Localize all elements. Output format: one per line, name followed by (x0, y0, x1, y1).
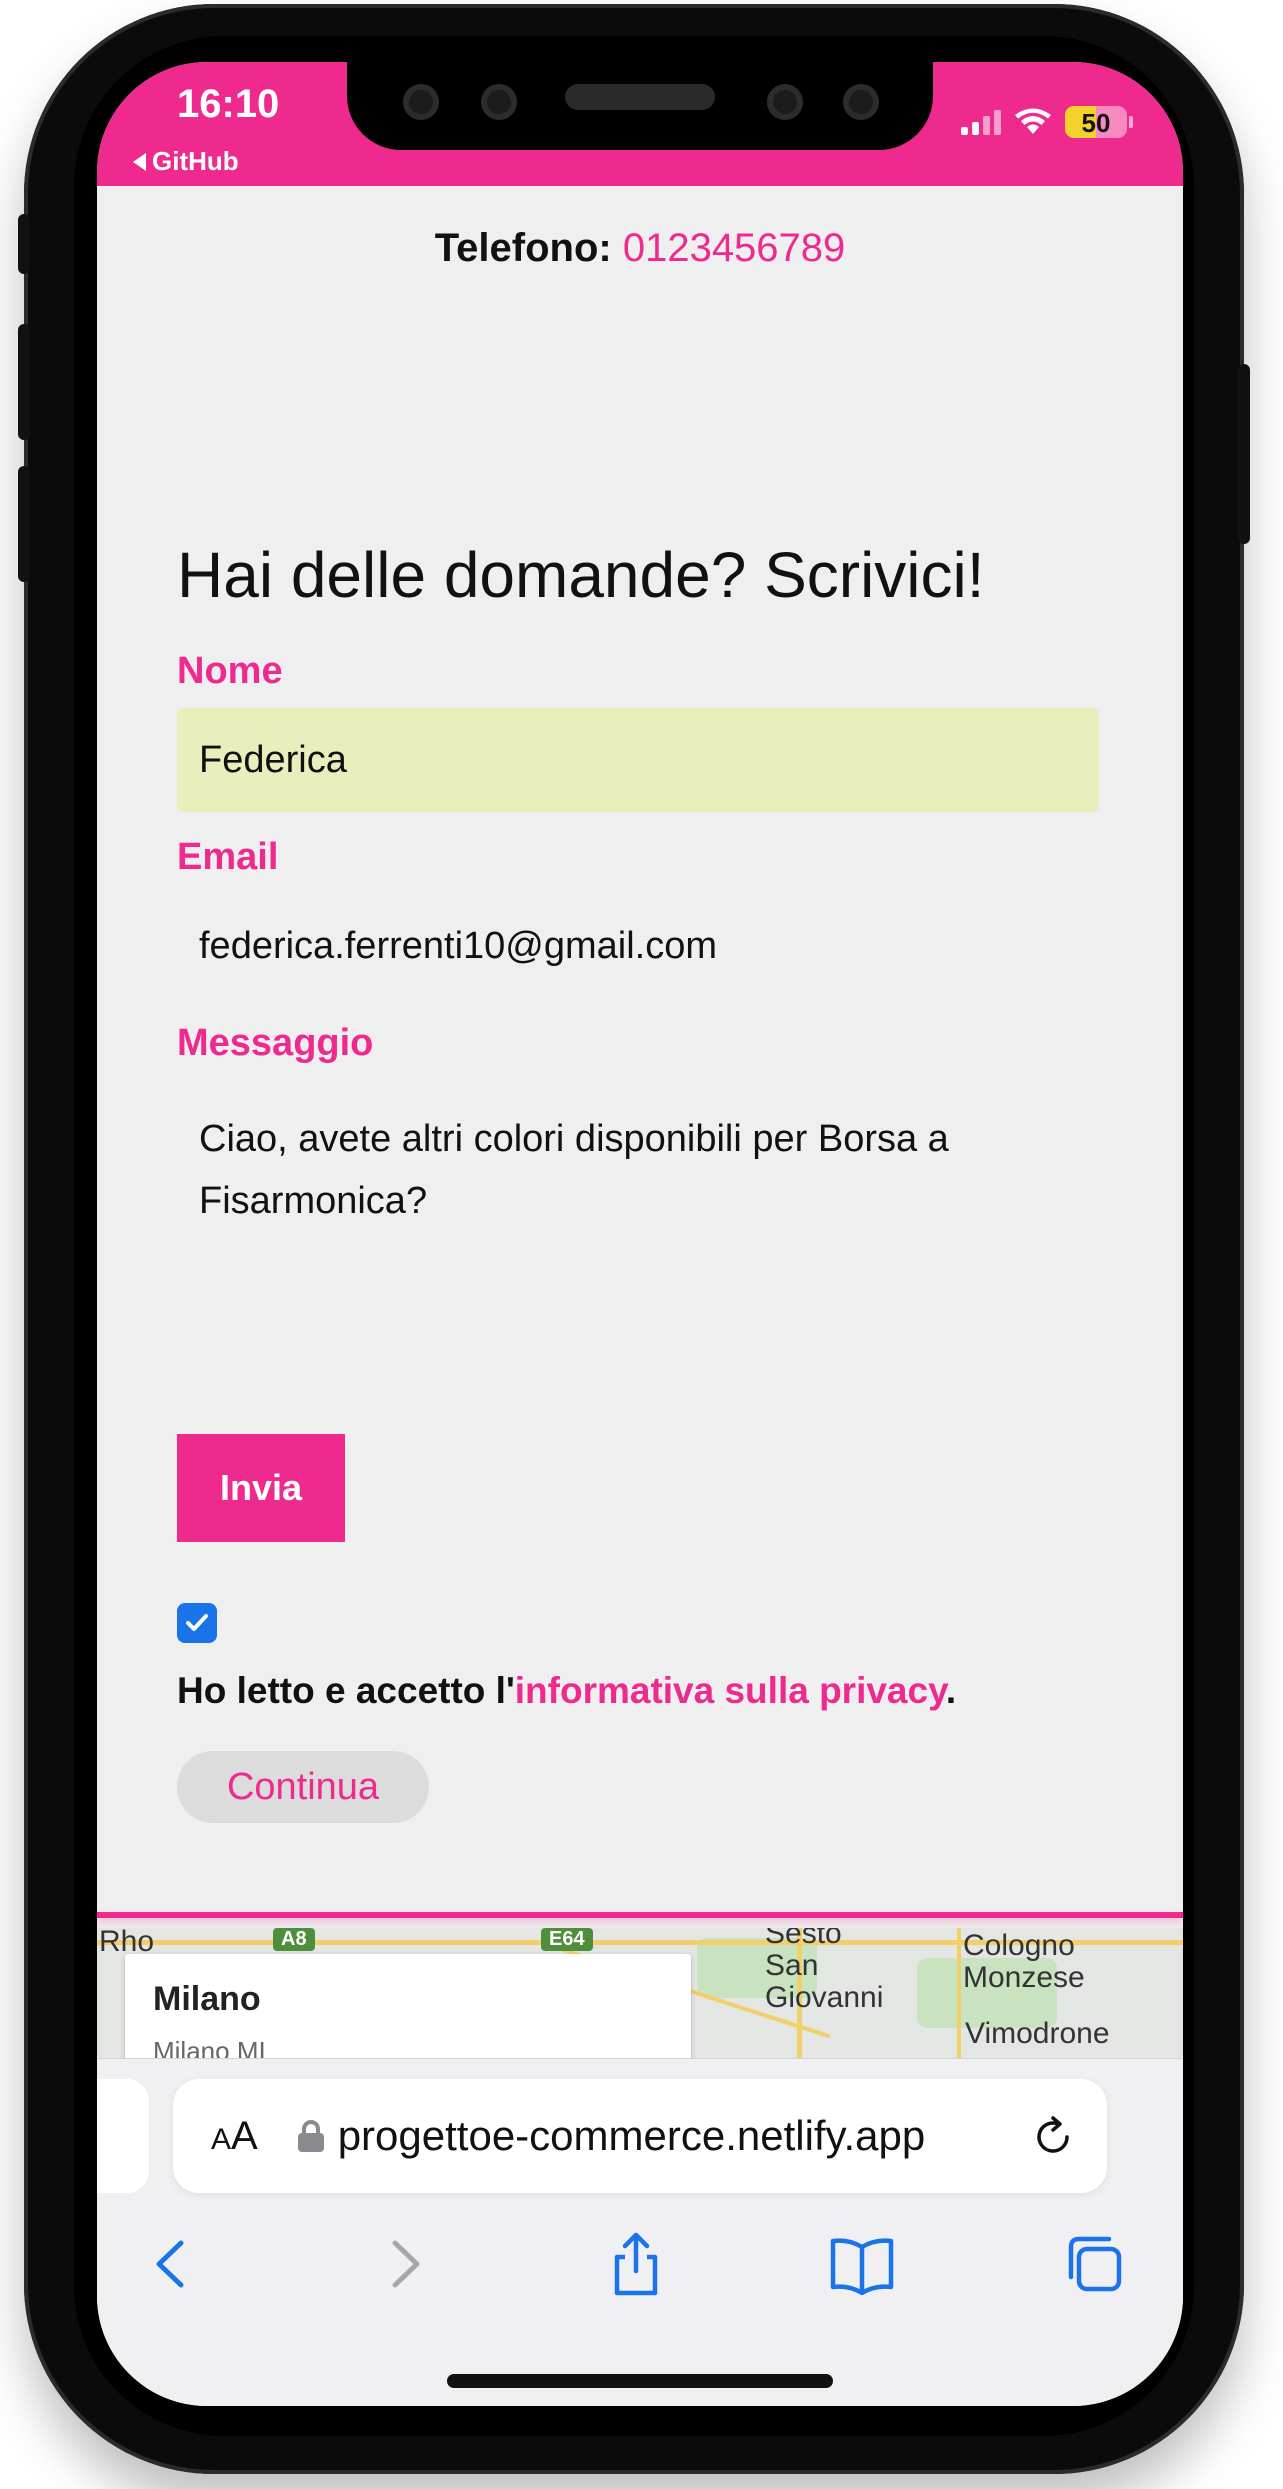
email-input[interactable]: federica.ferrenti10@gmail.com (177, 894, 1099, 998)
map-card-subtitle: Milano MI (153, 2036, 266, 2058)
map-info-card[interactable]: Milano Milano MI (125, 1954, 691, 2058)
name-label: Nome (177, 650, 283, 692)
page-content: Telefono: 0123456789 Hai delle domande? … (97, 186, 1183, 2066)
battery-percent: 50 (1081, 108, 1111, 138)
road-badge-e64: E64 (541, 1928, 593, 1951)
checkmark-icon (186, 1614, 208, 1631)
map-place-sesto: Sesto San Giovanni (765, 1928, 884, 2014)
contact-phone: Telefono: 0123456789 (97, 226, 1183, 271)
text-size-button[interactable]: AA (211, 2114, 258, 2159)
sensor-dot (403, 84, 439, 120)
wifi-icon (1015, 108, 1051, 134)
section-divider (97, 1912, 1183, 1918)
browser-toolbar (97, 2229, 1183, 2319)
map-place-cologno: Cologno Monzese (963, 1929, 1085, 1994)
safari-bottom-bar: AA progettoe-commerce.netlify.app (97, 2058, 1183, 2406)
message-label: Messaggio (177, 1022, 374, 1064)
phone-number-link[interactable]: 0123456789 (623, 226, 845, 270)
back-app-label: GitHub (152, 146, 239, 176)
privacy-checkbox[interactable] (177, 1603, 217, 1643)
road-badge-a8: A8 (273, 1928, 315, 1951)
privacy-consent-text: Ho letto e accetto l'informativa sulla p… (177, 1670, 956, 1712)
bookmarks-icon[interactable] (827, 2229, 897, 2299)
side-button (18, 214, 30, 274)
name-input[interactable]: Federica (177, 708, 1099, 812)
form-title: Hai delle domande? Scrivici! (177, 539, 985, 611)
back-to-app-link[interactable]: GitHub (133, 146, 239, 177)
privacy-prefix: Ho letto e accetto l' (177, 1670, 515, 1711)
reload-icon[interactable] (1031, 2115, 1075, 2159)
forward-arrow-icon[interactable] (369, 2229, 439, 2299)
phone-label: Telefono: (434, 226, 612, 270)
email-label: Email (177, 836, 279, 878)
map-place-vimodrone: Vimodrone (965, 2017, 1110, 2050)
notch (347, 62, 933, 150)
back-arrow-icon[interactable] (137, 2229, 207, 2299)
address-bar[interactable]: AA progettoe-commerce.netlify.app (173, 2079, 1107, 2193)
previous-tab-preview[interactable] (97, 2079, 149, 2193)
battery-icon: 50 (1065, 106, 1133, 138)
volume-down-button (18, 466, 30, 582)
map-card-title: Milano (153, 1980, 261, 2018)
earpiece-speaker (565, 84, 715, 110)
status-icons: 50 (961, 106, 1133, 138)
privacy-suffix: . (945, 1670, 957, 1711)
share-icon[interactable] (601, 2229, 671, 2299)
home-indicator[interactable] (447, 2374, 833, 2388)
embedded-map[interactable]: A8 E64 Rho Sesto San Giovanni Cologno Mo… (97, 1928, 1183, 2058)
privacy-policy-link[interactable]: informativa sulla privacy (515, 1670, 946, 1711)
power-button (1238, 364, 1250, 544)
continue-button[interactable]: Continua (177, 1751, 429, 1823)
sensor-dot (767, 84, 803, 120)
volume-up-button (18, 324, 30, 440)
message-textarea[interactable]: Ciao, avete altri colori disponibili per… (199, 1108, 1079, 1232)
signal-icon (961, 109, 1001, 135)
lock-icon (297, 2120, 324, 2152)
submit-button[interactable]: Invia (177, 1434, 345, 1542)
front-camera (481, 84, 517, 120)
url-text[interactable]: progettoe-commerce.netlify.app (338, 2112, 1038, 2160)
status-bar: 16:10 GitHub 50 (97, 62, 1183, 186)
status-time: 16:10 (177, 82, 280, 126)
tabs-icon[interactable] (1059, 2229, 1129, 2299)
sensor-dot (843, 84, 879, 120)
back-triangle-icon (133, 152, 146, 171)
screen: 16:10 GitHub 50 Telefono: 0123456789 Hai… (97, 62, 1183, 2406)
